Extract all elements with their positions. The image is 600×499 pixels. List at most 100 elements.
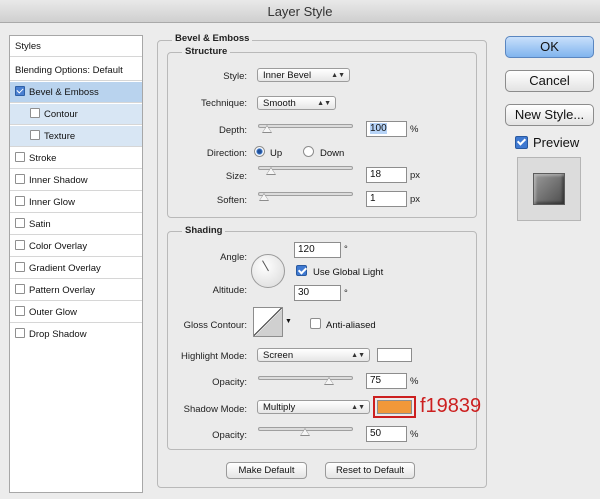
depth-slider-track[interactable]: [258, 124, 353, 128]
texture-checkbox[interactable]: [30, 130, 40, 140]
size-slider-thumb[interactable]: [266, 167, 276, 175]
shadow-mode-label: Shadow Mode:: [183, 404, 247, 415]
depth-unit: %: [410, 124, 419, 135]
altitude-unit: °: [344, 288, 348, 299]
size-label: Size:: [225, 171, 247, 182]
chevron-down-icon[interactable]: ▼: [285, 318, 292, 325]
sidebar-item-texture[interactable]: Texture: [10, 126, 142, 147]
sidebar-item-stroke[interactable]: Stroke: [10, 148, 142, 169]
soften-label: Soften:: [216, 195, 247, 206]
shading-title: Shading: [182, 225, 226, 236]
shadow-color-highlight-box: [373, 396, 416, 418]
direction-down-label: Down: [320, 148, 345, 159]
direction-up-radio[interactable]: [254, 146, 265, 157]
altitude-field[interactable]: 30: [294, 285, 341, 301]
anti-aliased-checkbox[interactable]: [310, 318, 321, 329]
use-global-light-label: Use Global Light: [313, 267, 384, 278]
angle-label: Angle:: [220, 252, 247, 263]
sidebar-item-label: Drop Shadow: [29, 329, 87, 340]
sidebar-item-color-overlay[interactable]: Color Overlay: [10, 236, 142, 257]
preview-label: Preview: [533, 135, 580, 150]
sidebar-styles-header[interactable]: Styles: [10, 36, 142, 57]
technique-value: Smooth: [263, 98, 296, 109]
chevron-updown-icon: ▲▼: [351, 352, 365, 359]
cancel-button[interactable]: Cancel: [505, 70, 594, 92]
inner-glow-checkbox[interactable]: [15, 196, 25, 206]
outer-glow-checkbox[interactable]: [15, 306, 25, 316]
sidebar-blending-options[interactable]: Blending Options: Default: [10, 60, 142, 81]
inner-shadow-checkbox[interactable]: [15, 174, 25, 184]
sidebar-item-inner-shadow[interactable]: Inner Shadow: [10, 170, 142, 191]
style-value: Inner Bevel: [263, 70, 312, 81]
chevron-updown-icon: ▲▼: [331, 72, 345, 79]
depth-slider-thumb[interactable]: [262, 125, 272, 133]
window-title: Layer Style: [267, 4, 333, 19]
gloss-contour-picker[interactable]: [253, 307, 283, 337]
ok-button[interactable]: OK: [505, 36, 594, 58]
depth-field[interactable]: 100: [366, 121, 407, 137]
sidebar-item-label: Color Overlay: [29, 241, 88, 252]
sidebar-item-label: Outer Glow: [29, 307, 78, 318]
new-style-button[interactable]: New Style...: [505, 104, 594, 126]
style-popup[interactable]: Inner Bevel ▲▼: [257, 68, 350, 82]
styles-sidebar: Styles Blending Options: Default Bevel &…: [9, 35, 143, 493]
stroke-checkbox[interactable]: [15, 152, 25, 162]
altitude-label: Altitude:: [212, 285, 247, 296]
sidebar-item-drop-shadow[interactable]: Drop Shadow: [10, 324, 142, 345]
shadow-mode-popup[interactable]: Multiply ▲▼: [257, 400, 370, 414]
soften-slider-thumb[interactable]: [259, 193, 269, 201]
sidebar-item-satin[interactable]: Satin: [10, 214, 142, 235]
size-field[interactable]: 18: [366, 167, 407, 183]
shadow-color-swatch[interactable]: [377, 400, 412, 414]
soften-field[interactable]: 1: [366, 191, 407, 207]
highlight-opacity-slider-thumb[interactable]: [324, 377, 334, 385]
sidebar-item-pattern-overlay[interactable]: Pattern Overlay: [10, 280, 142, 301]
chevron-updown-icon: ▲▼: [351, 404, 365, 411]
highlight-mode-popup[interactable]: Screen ▲▼: [257, 348, 370, 362]
gradient-overlay-checkbox[interactable]: [15, 262, 25, 272]
shadow-opacity-field[interactable]: 50: [366, 426, 407, 442]
preview-square: [533, 173, 565, 205]
preview-checkbox[interactable]: [515, 136, 528, 149]
highlight-opacity-field[interactable]: 75: [366, 373, 407, 389]
pattern-overlay-checkbox[interactable]: [15, 284, 25, 294]
use-global-light-checkbox[interactable]: [296, 265, 307, 276]
shadow-opacity-slider-thumb[interactable]: [300, 428, 310, 436]
technique-popup[interactable]: Smooth ▲▼: [257, 96, 336, 110]
sidebar-item-label: Stroke: [29, 153, 57, 164]
angle-unit: °: [344, 244, 348, 255]
color-overlay-checkbox[interactable]: [15, 240, 25, 250]
sidebar-item-inner-glow[interactable]: Inner Glow: [10, 192, 142, 213]
contour-checkbox[interactable]: [30, 108, 40, 118]
make-default-button[interactable]: Make Default: [226, 462, 307, 479]
structure-title: Structure: [182, 46, 231, 57]
sidebar-item-label: Bevel & Emboss: [29, 87, 99, 98]
highlight-opacity-label: Opacity:: [212, 377, 247, 388]
shadow-color-annotation: f19839: [420, 395, 482, 417]
bevel-emboss-checkbox[interactable]: [15, 86, 25, 96]
direction-label: Direction:: [206, 148, 247, 159]
soften-slider-track[interactable]: [258, 192, 353, 196]
direction-up-label: Up: [270, 148, 283, 159]
sidebar-item-label: Inner Glow: [29, 197, 75, 208]
sidebar-item-outer-glow[interactable]: Outer Glow: [10, 302, 142, 323]
angle-field[interactable]: 120: [294, 242, 341, 258]
sidebar-item-contour[interactable]: Contour: [10, 104, 142, 125]
size-unit: px: [410, 170, 421, 181]
sidebar-item-bevel-emboss[interactable]: Bevel & Emboss: [10, 82, 142, 103]
anti-aliased-label: Anti-aliased: [326, 320, 376, 331]
satin-checkbox[interactable]: [15, 218, 25, 228]
highlight-opacity-slider-track[interactable]: [258, 376, 353, 380]
highlight-color-swatch[interactable]: [377, 348, 412, 362]
drop-shadow-checkbox[interactable]: [15, 328, 25, 338]
sidebar-item-label: Contour: [44, 109, 78, 120]
direction-down-radio[interactable]: [303, 146, 314, 157]
soften-unit: px: [410, 194, 421, 205]
highlight-mode-value: Screen: [263, 350, 294, 361]
angle-dial[interactable]: [251, 254, 285, 288]
shadow-mode-value: Multiply: [263, 402, 296, 413]
highlight-opacity-unit: %: [410, 376, 419, 387]
reset-to-default-button[interactable]: Reset to Default: [325, 462, 415, 479]
sidebar-item-gradient-overlay[interactable]: Gradient Overlay: [10, 258, 142, 279]
contour-fill-icon: [254, 308, 282, 336]
